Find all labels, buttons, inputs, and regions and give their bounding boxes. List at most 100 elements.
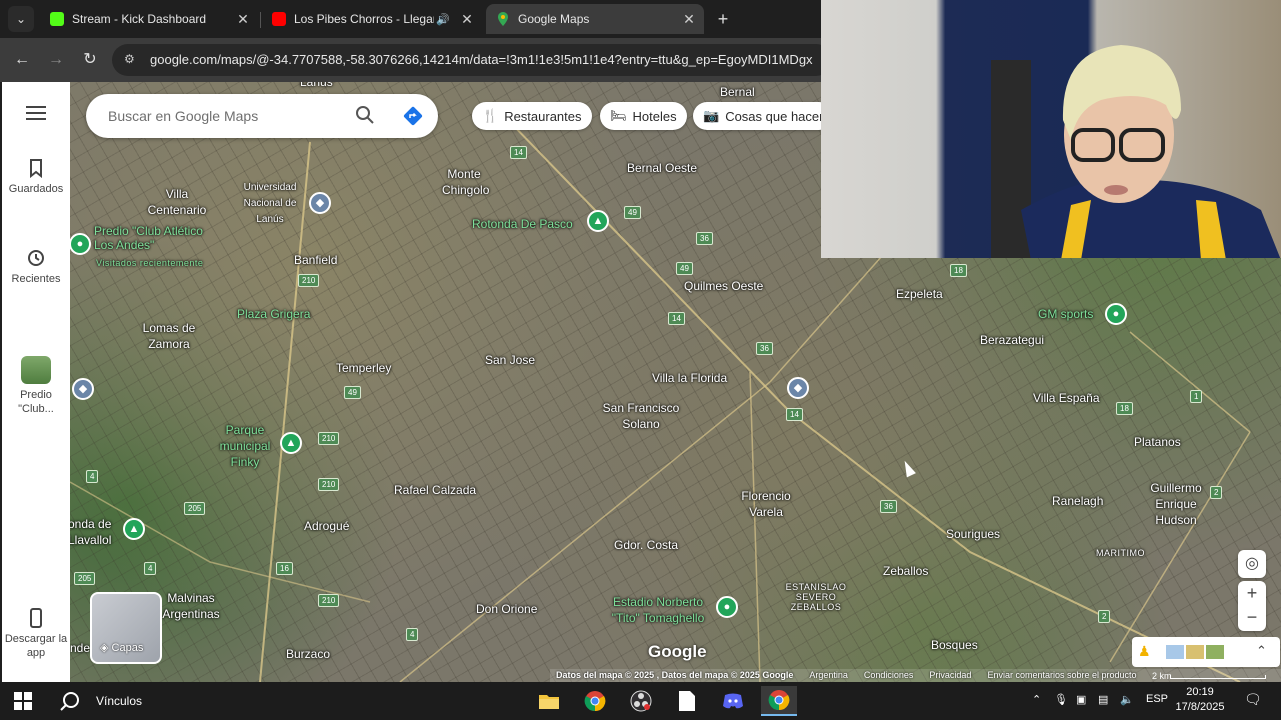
volume-icon[interactable]: 🔈 xyxy=(1120,693,1134,706)
place-pin-icon[interactable]: ▲ xyxy=(587,210,609,232)
place-label[interactable]: Bernal Oeste xyxy=(627,160,697,176)
place-label[interactable]: Rafael Calzada xyxy=(394,482,476,498)
recent-place-button[interactable]: Predio "Club... xyxy=(2,356,70,416)
chevron-up-icon[interactable]: ⌃ xyxy=(1032,693,1041,706)
obs-icon[interactable] xyxy=(623,686,659,716)
audio-playing-icon[interactable]: 🔊 xyxy=(434,13,452,26)
new-tab-button[interactable]: + xyxy=(712,8,734,30)
scale-label[interactable]: 2 km xyxy=(1152,671,1172,681)
language-indicator[interactable]: ESP xyxy=(1146,693,1168,705)
place-label[interactable]: Estadio Norberto "Tito" Tomaghello xyxy=(608,594,708,626)
map-type-thumb[interactable] xyxy=(1166,645,1184,659)
place-label[interactable]: onda de Llavallol xyxy=(70,516,122,548)
close-tab-icon[interactable]: ✕ xyxy=(680,11,698,28)
school-pin-icon[interactable]: ◆ xyxy=(787,377,809,399)
camera-tray-icon[interactable]: ▣ xyxy=(1076,693,1086,706)
document-icon[interactable] xyxy=(669,686,705,716)
site-settings-icon[interactable]: ⚙ xyxy=(124,52,140,68)
place-label[interactable]: Villa Centenario xyxy=(142,186,212,218)
place-label[interactable]: Parque municipal Finky xyxy=(212,422,278,470)
place-label[interactable]: ESTANISLAO SEVERO ZEBALLOS xyxy=(784,582,848,612)
place-label[interactable]: Villa España xyxy=(1033,390,1100,406)
menu-icon[interactable] xyxy=(26,106,46,120)
map-type-thumb[interactable] xyxy=(1186,645,1204,659)
feedback-link[interactable]: Enviar comentarios sobre el producto xyxy=(987,669,1136,682)
discord-icon[interactable] xyxy=(715,686,751,716)
place-label[interactable]: Universidad Nacional de Lanús xyxy=(230,180,310,228)
maps-search-box[interactable]: Buscar en Google Maps xyxy=(86,94,438,138)
place-label[interactable]: Burzaco xyxy=(286,646,330,662)
place-label[interactable]: Bosques xyxy=(931,637,978,653)
privacy-link[interactable]: Privacidad xyxy=(929,669,971,682)
place-label[interactable]: Zeballos xyxy=(883,563,928,579)
clock[interactable]: 20:19 17/8/2025 xyxy=(1170,685,1230,715)
country-link[interactable]: Argentina xyxy=(809,669,848,682)
place-label[interactable]: Villa la Florida xyxy=(652,370,727,386)
place-label[interactable]: Lanús xyxy=(300,82,333,90)
chrome-active-icon[interactable] xyxy=(761,686,797,716)
place-label[interactable]: Rotonda De Pasco xyxy=(472,216,573,232)
place-label[interactable]: Temperley xyxy=(336,360,391,376)
place-label[interactable]: Guillermo Enrique Hudson xyxy=(1142,480,1210,528)
expand-up-icon[interactable]: ⌃ xyxy=(1256,643,1267,659)
back-arrow-icon[interactable]: ← xyxy=(10,48,34,72)
place-label[interactable]: Lomas de Zamora xyxy=(134,320,204,352)
place-label[interactable]: nde xyxy=(70,640,90,656)
place-label[interactable]: Plaza Grigera xyxy=(237,306,310,322)
place-label[interactable]: Predio "Club Atlético Los Andes" xyxy=(94,224,214,252)
chrome-icon[interactable] xyxy=(577,686,613,716)
place-pin-icon[interactable]: ● xyxy=(1105,303,1127,325)
place-label[interactable]: Adrogué xyxy=(304,518,349,534)
layers-button[interactable]: ◈ Capas xyxy=(90,592,162,664)
park-pin-icon[interactable]: ▲ xyxy=(280,432,302,454)
close-tab-icon[interactable]: ✕ xyxy=(458,11,476,28)
saved-button[interactable]: Guardados xyxy=(2,158,70,196)
file-explorer-icon[interactable] xyxy=(531,686,567,716)
place-label[interactable]: Bernal xyxy=(720,84,755,100)
tab-search-dropdown[interactable]: ⌄ xyxy=(8,6,34,32)
microphone-icon[interactable]: 🎙 xyxy=(1054,693,1068,706)
tab-youtube[interactable]: Los Pibes Chorros - Llegam 🔊 ✕ xyxy=(262,4,482,34)
place-label[interactable]: Florencio Varela xyxy=(736,488,796,520)
notifications-icon[interactable]: 🗨 xyxy=(1244,691,1262,708)
place-label[interactable]: San Jose xyxy=(485,352,535,368)
place-label[interactable]: MARITIMO xyxy=(1096,545,1145,561)
recent-button[interactable]: Recientes xyxy=(2,248,70,286)
reload-icon[interactable]: ↻ xyxy=(78,48,102,72)
place-label[interactable]: Gdor. Costa xyxy=(614,537,678,553)
place-pin-icon[interactable]: ● xyxy=(70,233,91,255)
place-label[interactable]: Don Orione xyxy=(476,601,537,617)
directions-icon[interactable] xyxy=(402,105,424,127)
place-label[interactable]: Ezpeleta xyxy=(896,286,943,302)
tab-google-maps[interactable]: Google Maps ✕ xyxy=(486,4,704,34)
place-label[interactable]: Berazategui xyxy=(980,332,1044,348)
zoom-in-button[interactable]: + xyxy=(1238,581,1266,606)
place-label[interactable]: Sourigues xyxy=(946,526,1000,542)
address-bar[interactable]: ⚙ google.com/maps/@-34.7707588,-58.30762… xyxy=(112,44,832,76)
search-input[interactable]: Buscar en Google Maps xyxy=(108,108,258,124)
search-icon[interactable] xyxy=(354,104,376,126)
place-label[interactable]: Platanos xyxy=(1134,434,1181,450)
download-app-button[interactable]: Descargar la app xyxy=(2,608,70,660)
search-icon[interactable] xyxy=(58,690,82,714)
network-icon[interactable]: ▤ xyxy=(1098,693,1108,706)
things-to-do-chip[interactable]: 📷 Cosas que hacer xyxy=(693,102,834,130)
place-label[interactable]: Monte Chingolo xyxy=(442,166,489,198)
windows-start-icon[interactable] xyxy=(14,692,32,710)
university-pin-icon[interactable]: ◆ xyxy=(309,192,331,214)
pegman-icon[interactable]: ♟ xyxy=(1138,643,1151,660)
place-label[interactable]: Banfield xyxy=(294,252,337,268)
place-label[interactable]: San Francisco Solano xyxy=(596,400,686,432)
place-label[interactable]: Ranelagh xyxy=(1052,493,1103,509)
restaurants-chip[interactable]: 🍴 Restaurantes xyxy=(472,102,592,130)
stadium-pin-icon[interactable]: ● xyxy=(716,596,738,618)
my-location-button[interactable]: ◎ xyxy=(1238,550,1266,578)
zoom-out-button[interactable]: − xyxy=(1238,606,1266,631)
place-label[interactable]: Quilmes Oeste xyxy=(684,278,763,294)
forward-arrow-icon[interactable]: → xyxy=(44,48,68,72)
school-pin-icon[interactable]: ◆ xyxy=(72,378,94,400)
tab-kick-dashboard[interactable]: Stream - Kick Dashboard ✕ xyxy=(40,4,258,34)
map-type-thumb[interactable] xyxy=(1206,645,1224,659)
hotels-chip[interactable]: 🛏 Hoteles xyxy=(600,102,687,130)
place-label[interactable]: GM sports xyxy=(1038,306,1093,322)
